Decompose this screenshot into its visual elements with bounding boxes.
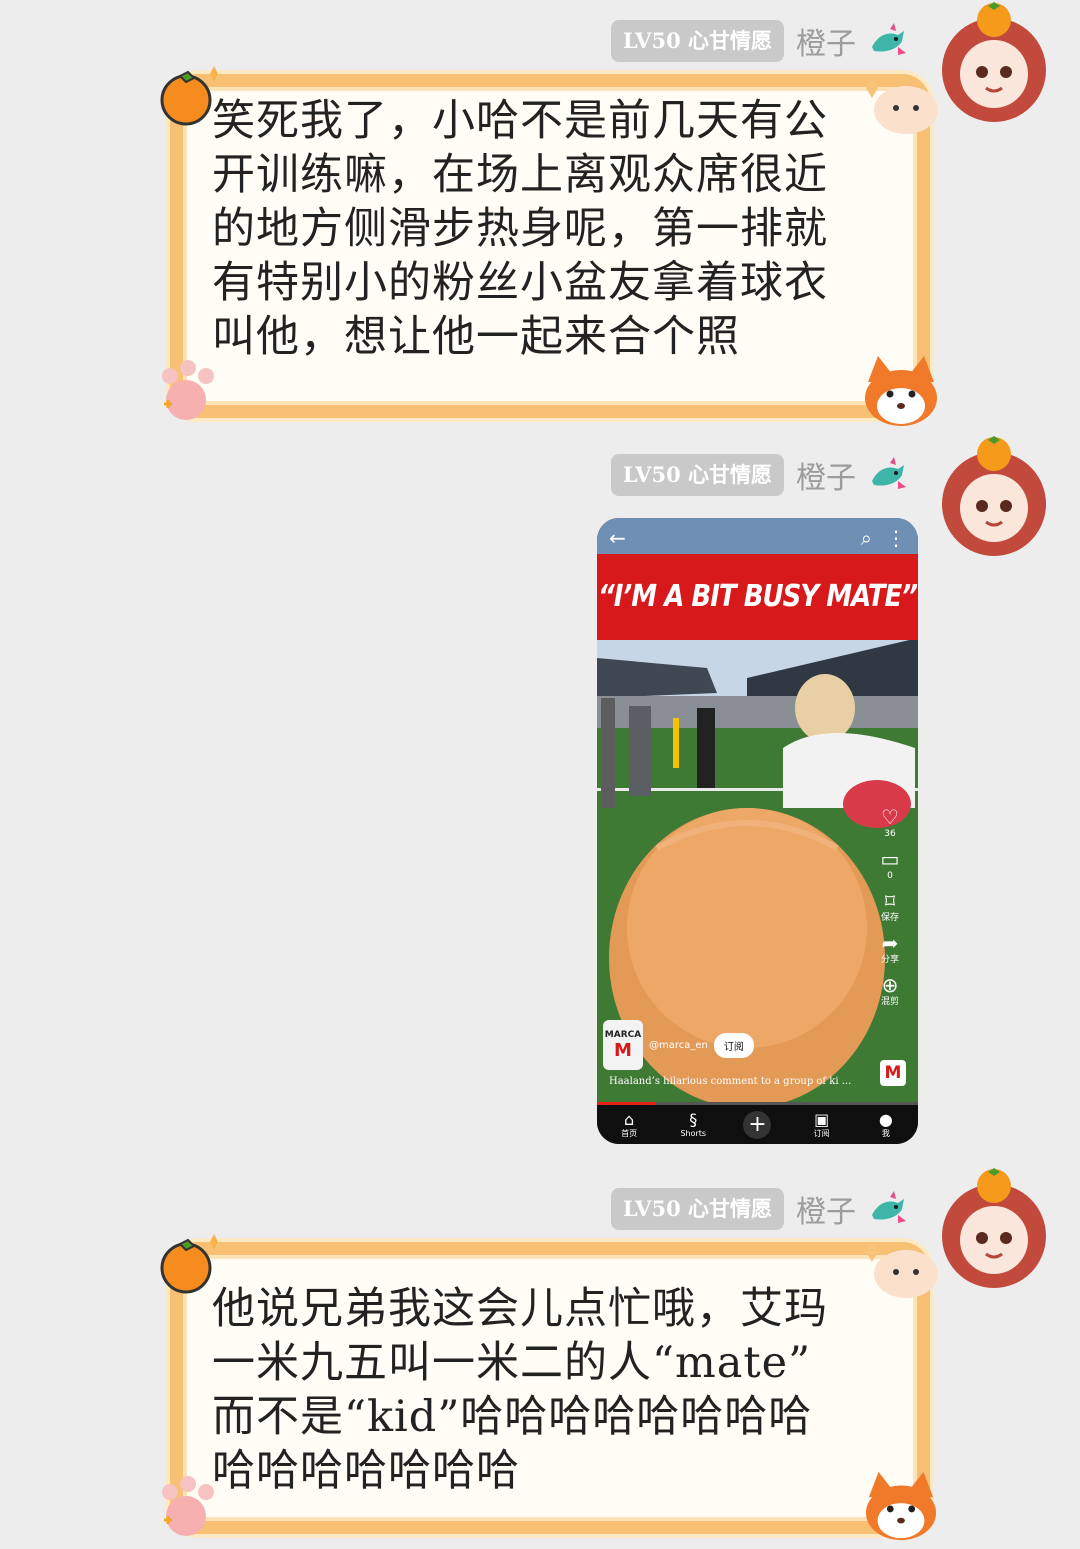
message-text: 他说兄弟我这会儿点忙哦，艾玛 一米九五叫一米二的人“mate” 而不是“kid”…	[212, 1284, 828, 1496]
comment-button[interactable]: ▭ 0	[881, 848, 900, 882]
nav-create[interactable]: +	[729, 1110, 785, 1139]
channel-row: MARCA M @marca_en 订阅	[603, 1020, 754, 1070]
dragon-emoji-icon	[872, 1191, 906, 1223]
like-button[interactable]: ♡ 36	[881, 806, 899, 840]
dragon-emoji-icon	[872, 457, 906, 489]
message-bubble[interactable]: 笑死我了，小哈不是前几天有公 开训练嘛，在场上离观众席很近 的地方侧滑步热身呢，…	[160, 64, 950, 428]
profile-icon: ●	[878, 1109, 893, 1129]
channel-logo-letter: M	[614, 1039, 632, 1061]
message-header: LV50 心甘情愿 橙子	[610, 19, 908, 63]
share-icon: ➦	[881, 931, 899, 955]
nav-shorts-label: Shorts	[680, 1128, 707, 1138]
back-arrow-icon[interactable]: ←	[609, 526, 626, 550]
comment-count: 0	[887, 871, 893, 881]
heart-icon: ♡	[881, 805, 899, 829]
remix-button[interactable]: ⊕ 混剪	[881, 974, 899, 1008]
dragon-emoji-icon	[872, 23, 906, 55]
chat-screen: LV50 心甘情愿 橙子 笑死我了，小哈不是前几天有公 开训练嘛，在场上离观众席…	[0, 0, 1080, 1549]
remix-label: 混剪	[880, 997, 899, 1007]
like-count: 36	[884, 829, 896, 839]
nav-subscriptions-label: 订阅	[813, 1128, 830, 1138]
level-badge: LV50 心甘情愿	[610, 20, 784, 62]
message-bubble[interactable]: 他说兄弟我这会儿点忙哦，艾玛 一米九五叫一米二的人“mate” 而不是“kid”…	[160, 1232, 950, 1544]
sender-nickname[interactable]: 橙子	[796, 19, 856, 63]
avatar[interactable]	[938, 0, 1050, 124]
subscribe-button[interactable]: 订阅	[713, 1032, 754, 1058]
home-icon: ⌂	[624, 1109, 635, 1129]
level-badge: LV50 心甘情愿	[610, 454, 784, 496]
bookmark-icon: ⌑	[884, 889, 896, 913]
save-button[interactable]: ⌑ 保存	[881, 890, 899, 924]
shared-video-screenshot[interactable]: ← ⌕ ⋮ “I’M A BIT BUSY MATE” ♡ 36 ▭ 0 ⌑ 保…	[597, 518, 918, 1144]
side-action-column: ♡ 36 ▭ 0 ⌑ 保存 ➦ 分享 ⊕ 混剪	[872, 806, 908, 1008]
paw-sticker-icon	[162, 360, 214, 420]
marca-badge-icon[interactable]: M	[880, 1060, 906, 1086]
more-options-icon[interactable]: ⋮	[886, 526, 906, 550]
message-header: LV50 心甘情愿 橙子	[610, 1187, 908, 1231]
nav-home[interactable]: ⌂ 首页	[601, 1109, 657, 1139]
share-button[interactable]: ➦ 分享	[881, 932, 899, 966]
nav-subscriptions[interactable]: ▣ 订阅	[794, 1109, 850, 1139]
channel-logo-brand: MARCA	[604, 1029, 642, 1040]
search-icon[interactable]: ⌕	[861, 526, 872, 550]
avatar[interactable]	[938, 1166, 1050, 1290]
plus-icon: +	[743, 1110, 772, 1139]
remix-icon: ⊕	[881, 973, 899, 997]
nav-shorts[interactable]: § Shorts	[665, 1109, 721, 1139]
save-label: 保存	[880, 913, 899, 923]
channel-handle[interactable]: @marca_en	[649, 1040, 708, 1051]
shorts-icon: §	[689, 1109, 698, 1129]
avatar[interactable]	[938, 434, 1050, 558]
nav-profile-label: 我	[881, 1128, 890, 1138]
video-top-bar: ← ⌕ ⋮	[597, 518, 918, 558]
message-header: LV50 心甘情愿 橙子	[610, 453, 908, 497]
subscriptions-icon: ▣	[814, 1109, 830, 1129]
share-label: 分享	[880, 955, 899, 965]
message-text: 笑死我了，小哈不是前几天有公 开训练嘛，在场上离观众席很近 的地方侧滑步热身呢，…	[212, 96, 828, 362]
nav-home-label: 首页	[621, 1128, 638, 1138]
headline-band: “I’M A BIT BUSY MATE”	[597, 554, 918, 640]
channel-avatar[interactable]: MARCA M	[603, 1020, 643, 1070]
comment-icon: ▭	[880, 847, 900, 871]
sender-nickname[interactable]: 橙子	[796, 453, 856, 497]
video-caption[interactable]: Haaland’s hilarious comment to a group o…	[609, 1076, 869, 1087]
video-headline: “I’M A BIT BUSY MATE”	[598, 579, 918, 615]
bottom-nav: ⌂ 首页 § Shorts + ▣ 订阅 ● 我	[597, 1105, 918, 1144]
sender-nickname[interactable]: 橙子	[796, 1187, 856, 1231]
level-badge: LV50 心甘情愿	[610, 1188, 784, 1230]
nav-profile[interactable]: ● 我	[858, 1109, 914, 1139]
